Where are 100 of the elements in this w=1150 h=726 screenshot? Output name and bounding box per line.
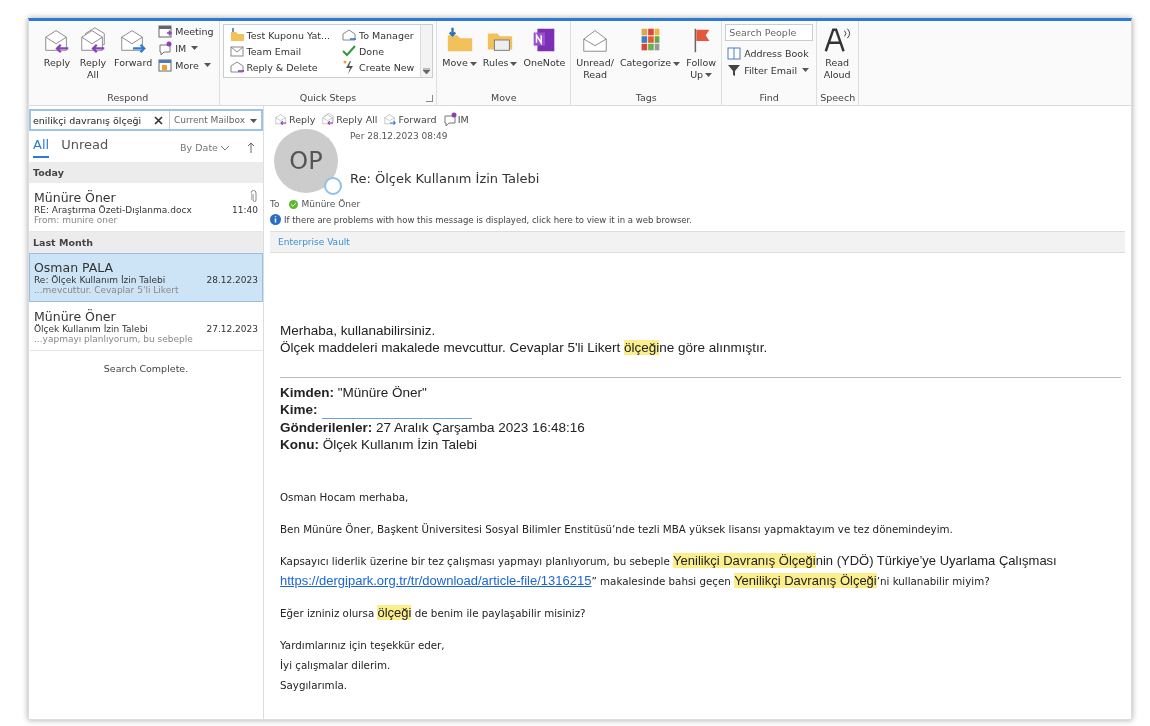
close-icon — [153, 115, 163, 125]
search-hit-highlight: Davranış — [784, 572, 840, 588]
message-date: 27.12.2023 — [206, 324, 258, 334]
quick-step-button[interactable]: Create New — [340, 59, 417, 75]
envelope-icon — [274, 112, 288, 126]
filter-tab[interactable]: All — [33, 137, 50, 158]
email-paragraph: Ben Münüre Öner, Başkent Üniversitesi Sosyal Bilimler Enstitüsü’nde tezli MBA yüksek lisansı yapmaktayım ve tez dönemindeyim. — [280, 521, 954, 537]
calendar-button[interactable]: Meeting — [156, 23, 216, 39]
email-paragraph: Yardımlarınız için teşekkür eder, İyi çalışmalar dilerim. Saygılarımla. — [280, 637, 446, 693]
speaking-letter-button[interactable]: Read Aloud — [820, 23, 855, 83]
message-subject: RE: Araştırma Özeti-Dışlanma.docx — [34, 205, 193, 215]
dialog-launcher-icon[interactable] — [426, 95, 434, 102]
quick-step-button[interactable]: Team Email — [227, 43, 333, 59]
funnel-button[interactable]: Filter Email — [725, 62, 814, 78]
quick-step-button[interactable]: To Manager — [340, 27, 417, 43]
message-subject: Re: Ölçek Kullanım İzin Talebi — [350, 171, 540, 186]
sender-name: Osman PALA — [34, 260, 115, 275]
checkmark-icon — [342, 44, 357, 58]
message-preview: ...mevcuttur. Cevaplar 5'li Likert — [34, 285, 180, 295]
search-hit-highlight: ölçeği — [624, 339, 660, 355]
forward-button[interactable]: Forward — [383, 112, 437, 126]
reply-button[interactable]: Reply — [274, 112, 316, 126]
message-preview: ...yapmayı planlıyorum, bu sebeple — [34, 334, 194, 344]
email-paragraph: Osman Hocam merhaba, — [280, 489, 410, 505]
envelope-arrow-icon — [342, 28, 357, 42]
calendar-icon — [158, 24, 173, 38]
group-header: Today — [29, 162, 263, 183]
envelope-reply-all-button[interactable]: Reply All — [76, 23, 110, 83]
header-label: Kime: — [280, 401, 318, 419]
envelope-icon — [229, 44, 244, 58]
search-hit-highlight: Yenilikçi — [673, 552, 724, 568]
envelope-reply-button[interactable]: Reply — [40, 23, 74, 71]
funnel-icon — [727, 63, 742, 77]
reply-text: Merhaba, kullanabilirsiniz. — [280, 323, 437, 340]
quick-step-button[interactable]: Test Kuponu Yat... — [227, 27, 333, 43]
reply-all-button[interactable]: Reply All — [321, 112, 378, 126]
speaking-letter-icon — [822, 25, 853, 55]
envelope-reply-all-icon — [78, 25, 108, 55]
window-button[interactable]: More — [156, 57, 216, 73]
book-button[interactable]: Address Book — [725, 45, 814, 61]
info-icon — [270, 214, 281, 225]
quick-step-button[interactable]: Done — [340, 43, 417, 59]
sender-avatar: OP — [274, 129, 338, 193]
envelope-delete-icon — [229, 60, 244, 74]
message-date: Per 28.12.2023 08:49 — [350, 131, 449, 141]
envelope-icon — [321, 112, 336, 126]
notebook-button[interactable]: OneNote — [521, 23, 568, 71]
search-hit-highlight: Yenilikçi — [734, 572, 785, 588]
color-grid-button[interactable]: Categorize — [617, 23, 683, 71]
header-line: Gönderilenler: 27 Aralık Çarşamba 2023 16:48:16 — [280, 418, 585, 437]
presence-icon — [324, 177, 342, 195]
group-header: Last Month — [29, 232, 263, 253]
folder-arrow-button[interactable]: Move — [440, 23, 479, 71]
sort-direction-icon[interactable] — [247, 142, 255, 153]
group-label: Respond — [107, 92, 149, 103]
chat-bubble-icon — [442, 112, 457, 126]
header-line: Kimden: "Münüre Öner" — [280, 383, 427, 402]
search-people-field[interactable]: Search People — [725, 24, 814, 41]
group-label: Speech — [820, 92, 856, 103]
flag-button[interactable]: Follow Up — [684, 23, 719, 83]
group-label: Move — [491, 92, 517, 103]
search-status: Search Complete. — [102, 362, 190, 376]
reply-text: Ölçek maddeleri makalede mevcuttur. Cevaplar 5'li Likert ölçeğine göre alınmıştır. — [280, 339, 769, 357]
open-envelope-button[interactable]: Unread/ Read — [574, 23, 616, 83]
message-date: 28.12.2023 — [206, 275, 258, 285]
sender-name: Münüre Öner — [34, 309, 117, 324]
chat-bubble-button[interactable]: IM — [156, 40, 216, 56]
sender-name: Münüre Öner — [34, 190, 117, 205]
header-line: Konu: Ölçek Kullanım İzin Talebi — [280, 436, 478, 454]
message-date: 11:40 — [232, 205, 258, 215]
to-label: To — [270, 199, 280, 209]
chevron-down-icon — [221, 146, 229, 151]
message-subject: Re: Ölçek Kullanım İzin Talebi — [34, 275, 167, 285]
recipient-name[interactable]: Münüre Öner — [301, 199, 361, 209]
search-hit-highlight: Ölçeği — [778, 552, 816, 568]
group-label: Quick Steps — [299, 92, 357, 103]
im-button[interactable]: IM — [442, 112, 469, 126]
message-preview: From: munire oner — [34, 215, 119, 225]
email-paragraph: Eğer izniniz olursa ölçeği de benim ile paylaşabilir misiniz? — [280, 603, 587, 622]
filter-tab[interactable]: Unread — [61, 137, 109, 158]
search-hit-highlight: Davranış — [723, 552, 779, 568]
caret-icon — [250, 118, 257, 123]
quick-step-button[interactable]: Reply & Delete — [227, 59, 333, 75]
article-link[interactable]: https://dergipark.org.tr/tr/download/article-file/1316215 — [280, 572, 592, 588]
window-icon — [158, 58, 173, 72]
search-box[interactable]: enilikçi davranış ölçeği Current Mailbox — [29, 109, 263, 131]
search-hit-highlight: Ölçeği — [839, 572, 877, 588]
message-item[interactable]: Osman PALA Re: Ölçek Kullanım İzin Talebi 28.12.2023 ...mevcuttur. Cevaplar 5'li Likert — [29, 253, 263, 302]
envelope-forward-button[interactable]: Forward — [112, 23, 155, 71]
group-label: Find — [759, 92, 779, 103]
folder-envelope-button[interactable]: Rules — [480, 23, 520, 71]
gallery-expand-icon[interactable] — [423, 68, 431, 74]
folder-icon — [229, 28, 244, 42]
search-hit-highlight: ölçeği — [377, 604, 412, 620]
sort-dropdown[interactable]: By Date — [174, 141, 235, 154]
chat-bubble-icon — [158, 41, 173, 55]
info-bar-text[interactable]: If there are problems with how this message is displayed, click here to view it in a web browser. — [284, 214, 692, 225]
envelope-icon — [383, 112, 398, 126]
available-status-icon — [289, 199, 299, 209]
message-item[interactable]: Münüre Öner Ölçek Kullanım İzin Talebi 27.12.2023 ...yapmayı planlıyorum, bu sebeple — [29, 302, 263, 351]
